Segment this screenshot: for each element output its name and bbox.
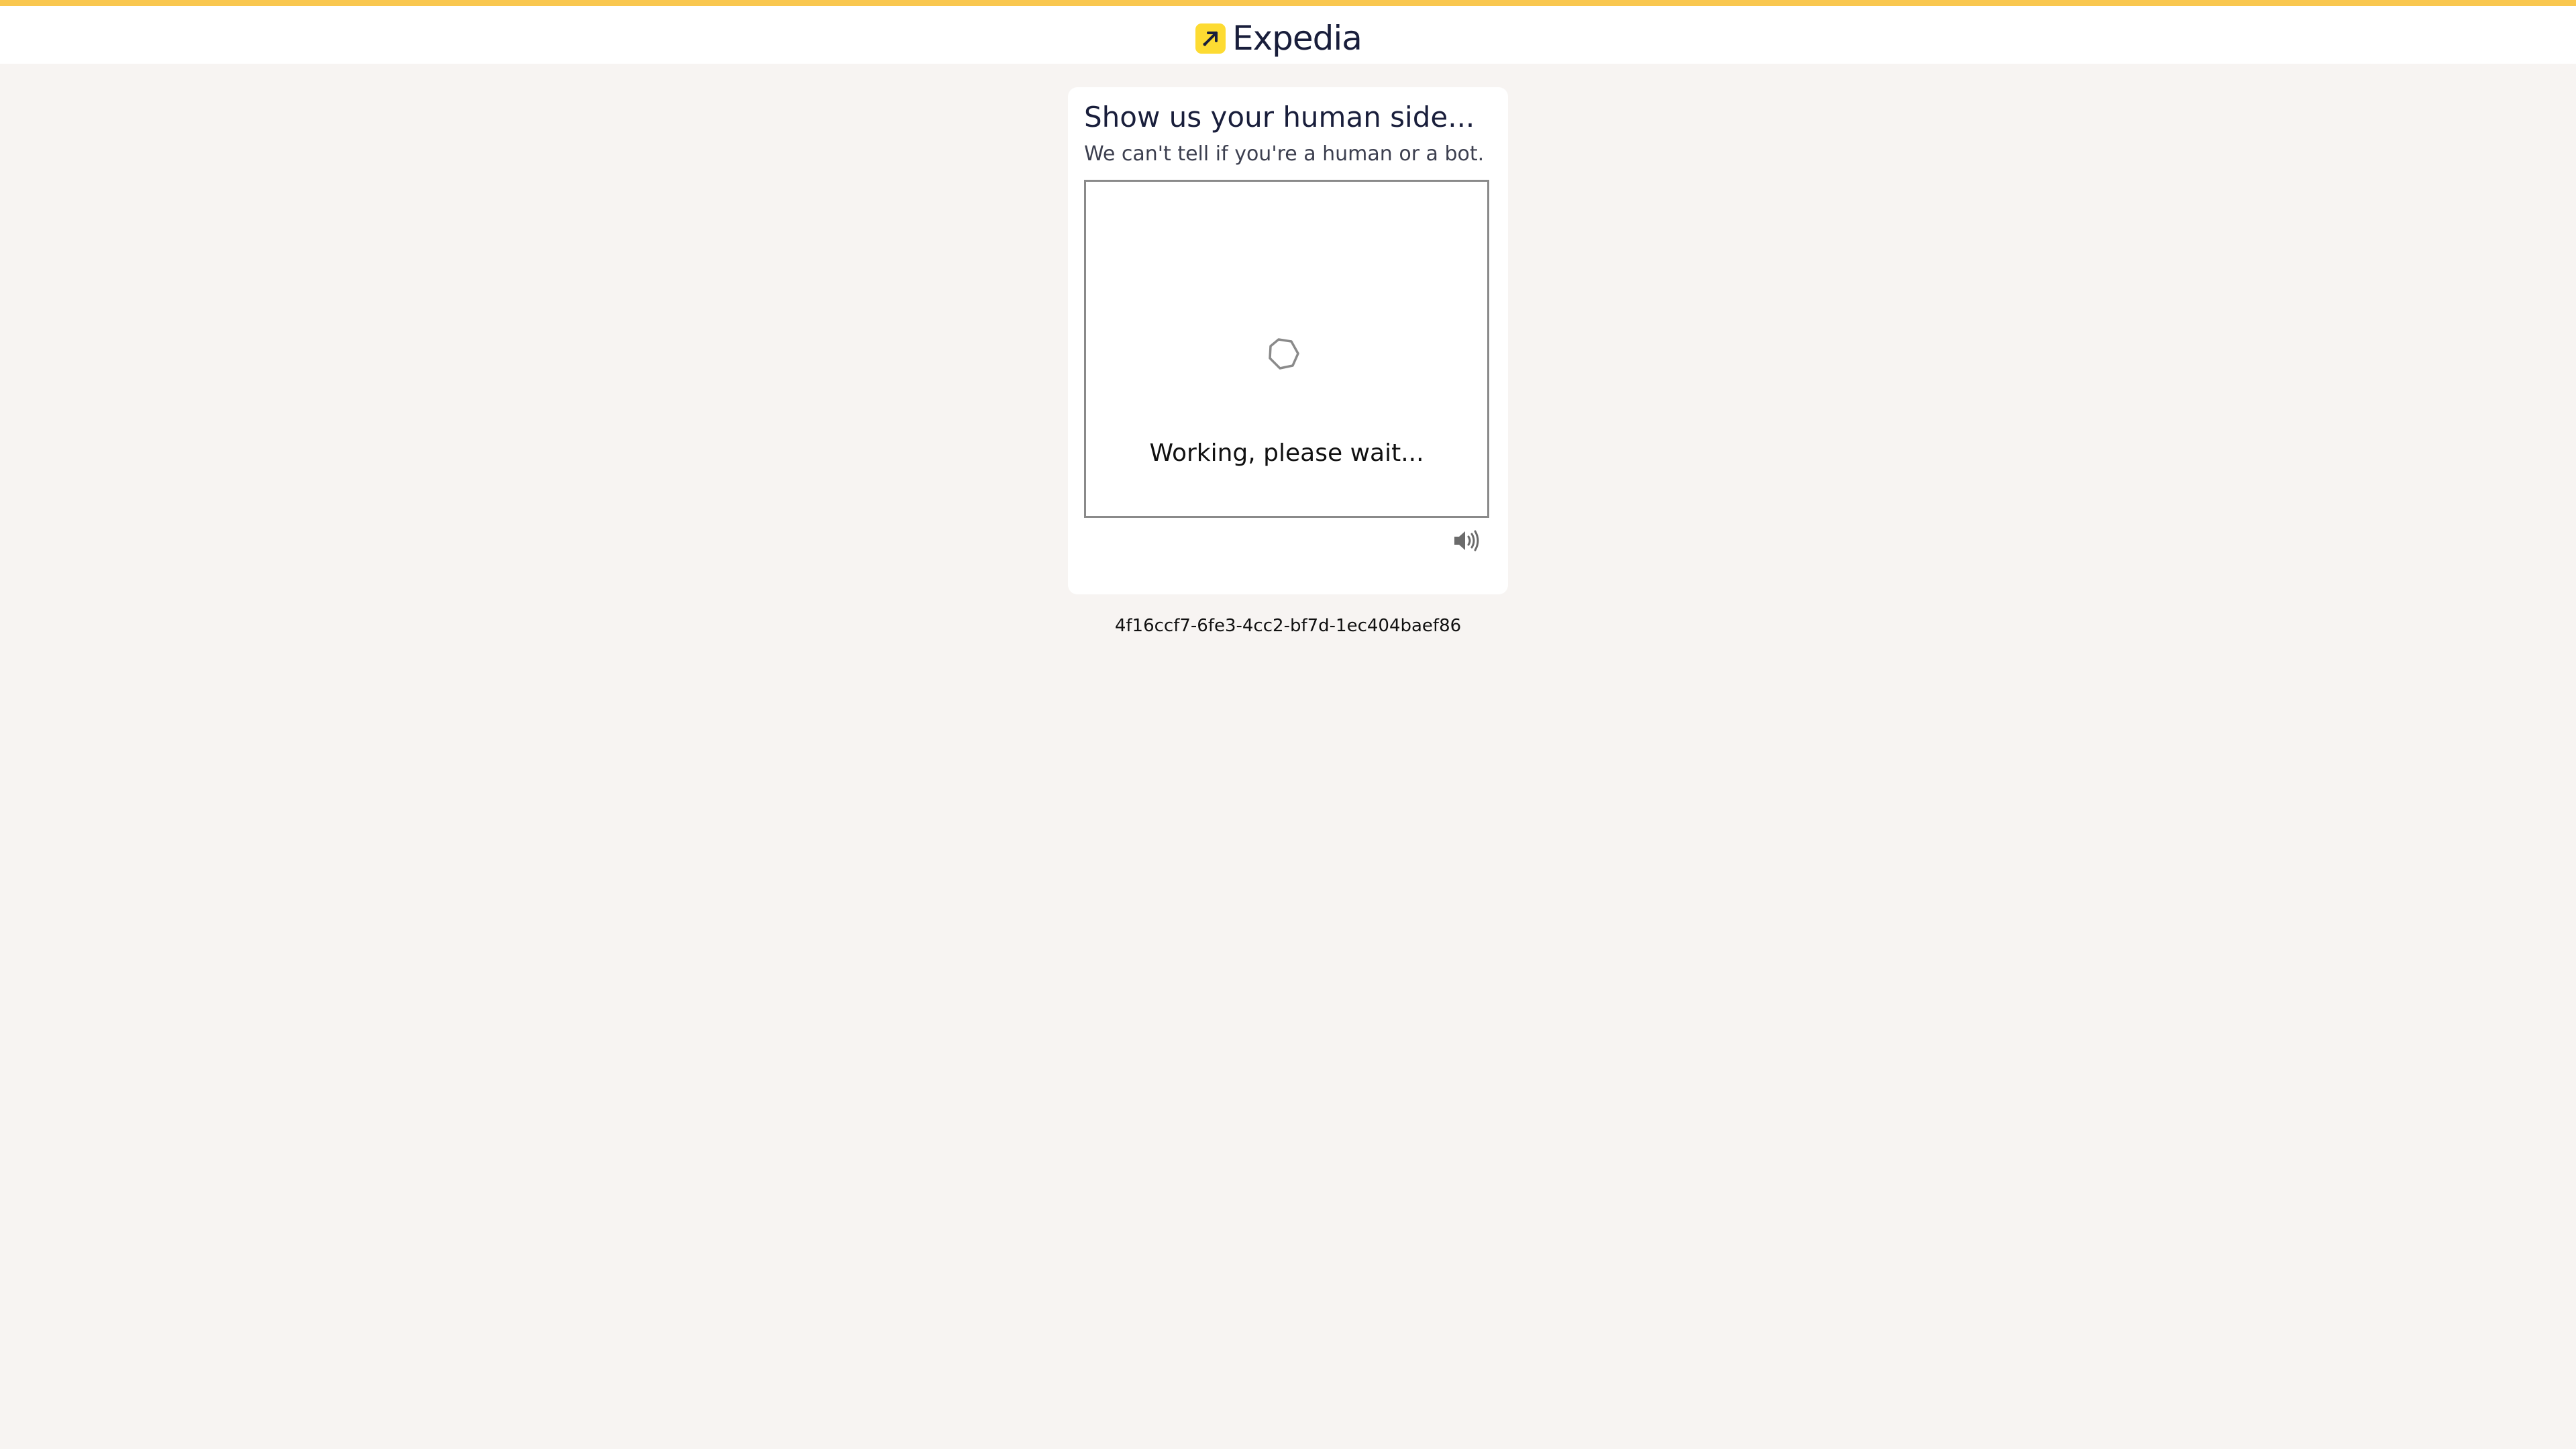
challenge-card: Show us your human side... We can't tell… (1068, 87, 1508, 594)
reference-id: 4f16ccf7-6fe3-4cc2-bf7d-1ec404baef86 (1114, 616, 1462, 636)
expedia-arrow-icon (1195, 23, 1226, 54)
challenge-title: Show us your human side... (1084, 101, 1475, 133)
captcha-frame[interactable]: Working, please wait... (1084, 180, 1489, 518)
speaker-icon (1454, 530, 1479, 551)
expedia-logo[interactable]: Expedia (1195, 19, 1362, 57)
brand-name: Expedia (1232, 19, 1362, 58)
top-accent-stripe (0, 0, 2576, 6)
challenge-subtitle: We can't tell if you're a human or a bot… (1084, 142, 1485, 166)
page: Expedia Show us your human side... We ca… (0, 0, 2576, 1449)
audio-challenge-button[interactable] (1452, 527, 1481, 554)
hexagon-spinner-icon (1261, 335, 1304, 378)
status-message: Working, please wait... (1149, 439, 1424, 467)
site-header: Expedia (0, 6, 2576, 64)
